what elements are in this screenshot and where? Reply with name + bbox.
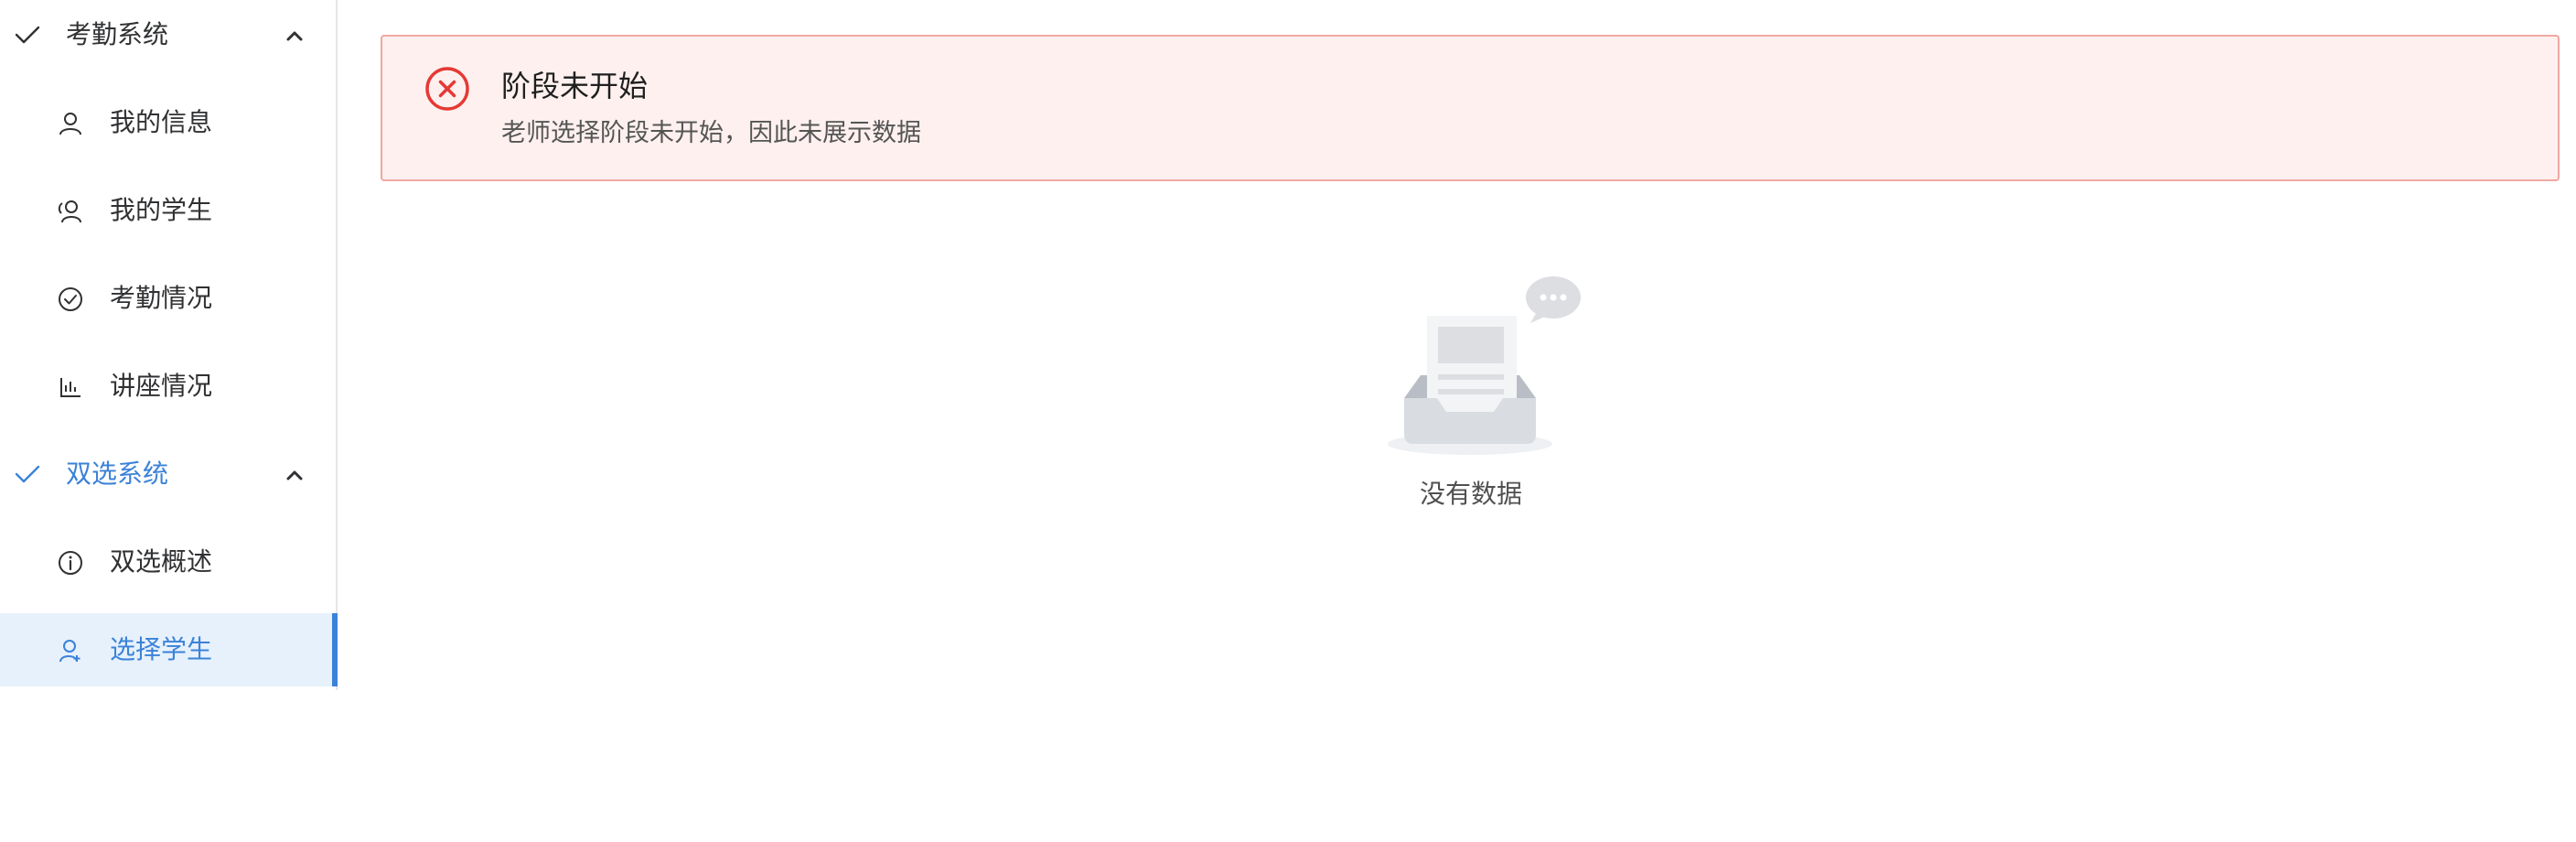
sidebar-item-label: 我的信息 <box>110 107 213 137</box>
check-icon <box>15 26 40 44</box>
sidebar-item-label: 选择学生 <box>110 634 213 664</box>
alert-description: 老师选择阶段未开始，因此未展示数据 <box>501 119 921 147</box>
chevron-up-icon[interactable] <box>284 26 306 48</box>
check-icon <box>15 465 40 483</box>
empty-inbox-icon <box>1388 276 1581 455</box>
sidebar: 考勤系统 我的信息 我的学生 考勤情况 讲座情况 双选系统 双选概述 选择学生 <box>0 0 338 690</box>
sidebar-item-my-students[interactable]: 我的学生 <box>0 174 336 247</box>
sidebar-item-my-info[interactable]: 我的信息 <box>0 86 336 159</box>
sidebar-item-lectures[interactable]: 讲座情况 <box>0 350 336 423</box>
sidebar-item-select-students[interactable]: 选择学生 <box>0 613 338 686</box>
sidebar-group-selection[interactable]: 双选系统 <box>0 439 336 513</box>
sidebar-item-label: 考勤情况 <box>110 283 213 313</box>
sidebar-item-label: 讲座情况 <box>110 371 213 401</box>
sidebar-group-title: 考勤系统 <box>66 19 169 49</box>
sidebar-group-title: 双选系统 <box>66 459 169 489</box>
bar-chart-icon <box>60 378 80 397</box>
sidebar-group-attendance[interactable]: 考勤系统 <box>0 0 336 73</box>
empty-state-text: 没有数据 <box>1419 479 1522 509</box>
users-icon <box>59 640 80 663</box>
alert-title: 阶段未开始 <box>501 69 649 103</box>
chevron-up-icon[interactable] <box>284 465 306 487</box>
sidebar-item-label: 我的学生 <box>110 195 213 225</box>
users-icon <box>58 200 81 223</box>
info-icon <box>59 551 82 575</box>
check-circle-icon <box>59 287 82 311</box>
page: 考勤系统 我的信息 我的学生 考勤情况 讲座情况 双选系统 双选概述 选择学生 … <box>0 0 2576 842</box>
error-alert: 阶段未开始 老师选择阶段未开始，因此未展示数据 <box>381 35 2560 181</box>
sidebar-item-attendance[interactable]: 考勤情况 <box>0 262 336 335</box>
sidebar-item-label: 双选概述 <box>110 546 213 577</box>
user-icon <box>59 113 81 135</box>
sidebar-item-selection-overview[interactable]: 双选概述 <box>0 525 336 599</box>
error-circle-icon <box>425 67 469 111</box>
active-indicator <box>332 613 338 686</box>
